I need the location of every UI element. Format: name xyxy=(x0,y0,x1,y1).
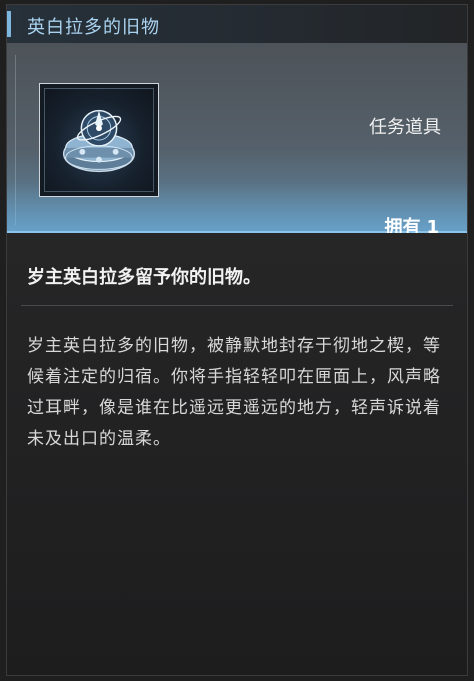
item-icon-frame[interactable] xyxy=(39,83,159,197)
title-accent-bar xyxy=(7,11,11,37)
title-bar: 英白拉多的旧物 xyxy=(7,5,467,44)
owned-count: 拥有 1 xyxy=(378,213,439,233)
ornate-orb-relic-icon xyxy=(44,88,154,192)
owned-label: 拥有 xyxy=(384,217,421,233)
item-type-label: 任务道具 xyxy=(369,117,441,138)
item-title: 英白拉多的旧物 xyxy=(27,17,160,38)
item-header: 任务道具 拥有 1 xyxy=(7,43,467,233)
owned-number: 1 xyxy=(426,217,439,233)
item-description: 岁主英白拉多的旧物，被静默地封存于彻地之楔，等候着注定的归宿。你将手指轻轻叩在匣… xyxy=(27,336,441,449)
section-divider xyxy=(21,305,453,306)
item-summary: 岁主英白拉多留予你的旧物。 xyxy=(27,267,261,288)
item-detail-panel: 英白拉多的旧物 任务道具 拥有 1 岁主英白拉多留予你的旧物。 岁主英白拉多的旧… xyxy=(6,4,468,676)
